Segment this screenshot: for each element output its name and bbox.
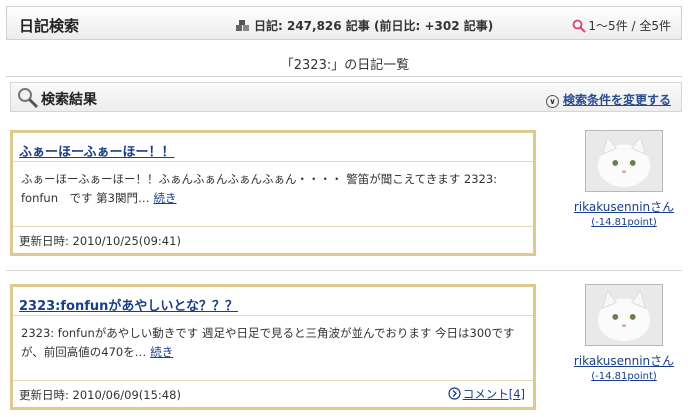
divider bbox=[6, 270, 682, 271]
entry-excerpt: ふぁーほーふぁーほー！！ふぁんふぁんふぁんふぁん・・・・ 警笛が聞こえてきます … bbox=[21, 172, 498, 205]
page-title: 日記検索 bbox=[19, 17, 80, 35]
change-search-condition-label: 検索条件を変更する bbox=[562, 93, 671, 107]
entry-updated: 更新日時: 2010/06/09(15:48) bbox=[19, 388, 181, 402]
avatar[interactable] bbox=[585, 130, 663, 192]
author-points-link[interactable]: (-14.81point) bbox=[568, 371, 680, 382]
diary-entry: 2323:fonfunがあやしいとな？？？ 2323: fonfunがあやしい動… bbox=[10, 284, 536, 410]
circle-chevron-down-icon: ∨ bbox=[545, 95, 559, 108]
search-icon bbox=[572, 19, 587, 36]
avatar[interactable] bbox=[585, 284, 663, 346]
author-card: rikakusenninさん (-14.81point) bbox=[568, 284, 680, 382]
magnifier-icon bbox=[17, 87, 39, 112]
divider bbox=[6, 76, 682, 77]
diary-stats-text: 日記: 247,826 記事 (前日比: +302 記事) bbox=[254, 19, 494, 33]
author-card: rikakusenninさん (-14.81point) bbox=[568, 130, 680, 228]
results-section-header: 検索結果 ∨ 検索条件を変更する bbox=[10, 82, 682, 112]
entry-updated: 更新日時: 2010/10/25(09:41) bbox=[19, 234, 181, 248]
entry-body: 2323: fonfunがあやしい動きです 週足や日足で見ると三角波が並んでおり… bbox=[13, 316, 533, 362]
comment-label: コメント[4] bbox=[462, 387, 525, 401]
entry-title-link[interactable]: ふぁーほーふぁーほー！！ bbox=[13, 133, 533, 162]
entry-title-link[interactable]: 2323:fonfunがあやしいとな？？？ bbox=[13, 287, 533, 316]
author-points-link[interactable]: (-14.81point) bbox=[568, 217, 680, 228]
result-range: 1〜5件 / 全5件 bbox=[572, 17, 671, 36]
result-range-text: 1〜5件 / 全5件 bbox=[588, 19, 671, 33]
header-bar: 日記検索 日記: 247,826 記事 (前日比: +302 記事) 1〜5件 … bbox=[6, 6, 682, 40]
blocks-icon bbox=[235, 19, 251, 36]
change-search-condition-link[interactable]: ∨ 検索条件を変更する bbox=[545, 91, 671, 108]
author-name-link[interactable]: rikakusenninさん bbox=[568, 352, 680, 369]
read-more-link[interactable]: 続き bbox=[153, 191, 176, 205]
entry-excerpt: 2323: fonfunがあやしい動きです 週足や日足で見ると三角波が並んでおり… bbox=[21, 326, 515, 359]
author-name-link[interactable]: rikakusenninさん bbox=[568, 198, 680, 215]
diary-entry: ふぁーほーふぁーほー！！ ふぁーほーふぁーほー！！ふぁんふぁんふぁんふぁん・・・… bbox=[10, 130, 536, 256]
entry-footer: 更新日時: 2010/06/09(15:48) コメント[4] bbox=[13, 380, 533, 407]
circle-arrow-right-icon bbox=[448, 387, 461, 403]
read-more-link[interactable]: 続き bbox=[150, 345, 173, 359]
entry-body: ふぁーほーふぁーほー！！ふぁんふぁんふぁんふぁん・・・・ 警笛が聞こえてきます … bbox=[13, 162, 533, 208]
list-heading: 「2323:」の日記一覧 bbox=[280, 58, 410, 73]
comment-link[interactable]: コメント[4] bbox=[448, 386, 525, 403]
diary-stats: 日記: 247,826 記事 (前日比: +302 記事) bbox=[235, 17, 493, 36]
entry-footer: 更新日時: 2010/10/25(09:41) bbox=[13, 226, 533, 253]
results-label: 検索結果 bbox=[41, 92, 97, 108]
